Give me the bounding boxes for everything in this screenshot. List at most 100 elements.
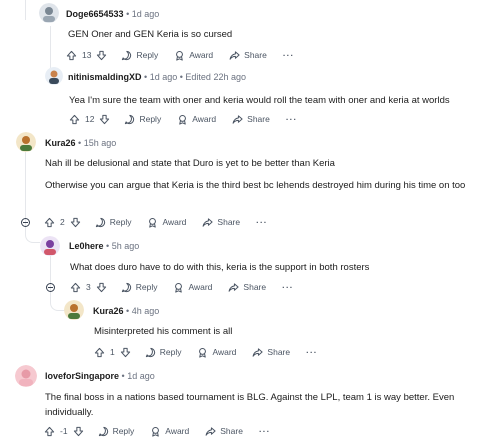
- vote-group: 3: [70, 282, 107, 293]
- thread-line[interactable]: [50, 26, 51, 70]
- share-icon: [252, 347, 263, 358]
- comment-time[interactable]: 4h ago: [132, 306, 160, 316]
- thread-line[interactable]: [25, 0, 26, 20]
- comment-author[interactable]: loveforSingapore: [45, 371, 119, 381]
- meta-separator: •: [126, 9, 130, 19]
- comment-time[interactable]: 1d ago: [132, 9, 160, 19]
- comment-actions: 2 Reply Award Share ···: [44, 213, 268, 231]
- downvote-icon[interactable]: [96, 50, 107, 61]
- upvote-icon[interactable]: [44, 217, 55, 228]
- avatar[interactable]: [45, 67, 63, 85]
- avatar[interactable]: [16, 132, 36, 152]
- upvote-icon[interactable]: [44, 426, 55, 437]
- comment-body: The final boss in a nations based tourna…: [45, 390, 485, 420]
- comment-author[interactable]: Kura26: [45, 138, 76, 148]
- reply-button[interactable]: Reply: [121, 50, 158, 61]
- share-icon: [205, 426, 216, 437]
- avatar[interactable]: [39, 3, 59, 23]
- more-options-button[interactable]: ···: [283, 50, 295, 60]
- upvote-icon[interactable]: [70, 282, 81, 293]
- more-options-button[interactable]: ···: [286, 114, 298, 124]
- comment-author[interactable]: nitinismaldingXD: [68, 72, 142, 82]
- reply-button[interactable]: Reply: [124, 114, 161, 125]
- reply-button[interactable]: Reply: [145, 347, 181, 358]
- vote-count: 12: [85, 114, 95, 124]
- reply-label: Reply: [112, 426, 135, 436]
- share-button[interactable]: Share: [202, 217, 240, 228]
- thread-line[interactable]: [25, 150, 26, 216]
- comment-actions: 3 Reply Award Share ···: [70, 278, 294, 296]
- reply-label: Reply: [109, 217, 132, 227]
- comment-meta: nitinismaldingXD • 1d ago • Edited 22h a…: [68, 71, 246, 83]
- vote-group: 12: [69, 114, 110, 125]
- share-button[interactable]: Share: [205, 426, 243, 437]
- more-options-button[interactable]: ···: [256, 217, 268, 227]
- reply-icon: [121, 50, 132, 61]
- share-label: Share: [243, 282, 267, 292]
- upvote-icon[interactable]: [94, 347, 105, 358]
- award-button[interactable]: Award: [150, 426, 189, 437]
- collapse-icon[interactable]: [21, 218, 30, 227]
- share-button[interactable]: Share: [228, 282, 266, 293]
- meta-separator: •: [106, 241, 110, 251]
- comment-text: GEN Oner and GEN Keria is so cursed: [68, 29, 233, 40]
- avatar[interactable]: [40, 236, 60, 256]
- comment-meta: Kura26 • 15h ago: [45, 137, 116, 149]
- downvote-icon[interactable]: [120, 347, 131, 358]
- reply-button[interactable]: Reply: [98, 426, 135, 437]
- comment-text: Otherwise you can argue that Keria is th…: [45, 180, 466, 191]
- share-button[interactable]: Share: [252, 347, 290, 358]
- comment-author[interactable]: Kura26: [93, 306, 124, 316]
- award-button[interactable]: Award: [177, 114, 216, 125]
- award-button[interactable]: Award: [147, 217, 186, 228]
- more-options-button[interactable]: ···: [282, 282, 294, 292]
- downvote-icon[interactable]: [73, 426, 84, 437]
- award-label: Award: [162, 217, 187, 227]
- award-icon: [150, 426, 161, 437]
- vote-group: 2: [44, 217, 81, 228]
- comment-time[interactable]: 1d ago: [127, 371, 155, 381]
- downvote-icon[interactable]: [96, 282, 107, 293]
- downvote-icon[interactable]: [99, 114, 110, 125]
- edited-label: Edited 22h ago: [185, 72, 246, 82]
- thread-line[interactable]: [50, 254, 51, 284]
- downvote-icon[interactable]: [70, 217, 81, 228]
- comment-text: Yea I'm sure the team with oner and keri…: [69, 95, 450, 106]
- comment-time[interactable]: 5h ago: [112, 241, 140, 251]
- award-icon: [174, 50, 185, 61]
- share-label: Share: [247, 114, 270, 124]
- share-label: Share: [267, 347, 291, 357]
- comment-time[interactable]: 15h ago: [84, 138, 117, 148]
- collapse-icon[interactable]: [46, 283, 55, 292]
- more-options-button[interactable]: ···: [259, 426, 271, 436]
- share-button[interactable]: Share: [232, 114, 270, 125]
- more-options-button[interactable]: ···: [306, 347, 318, 357]
- reply-button[interactable]: Reply: [121, 282, 157, 293]
- award-button[interactable]: Award: [173, 282, 212, 293]
- comment-body: Yea I'm sure the team with oner and keri…: [69, 93, 450, 108]
- award-button[interactable]: Award: [174, 50, 213, 61]
- award-label: Award: [165, 426, 190, 436]
- comment-actions: 13 Reply Award Share ···: [66, 46, 294, 64]
- upvote-icon[interactable]: [66, 50, 77, 61]
- award-button[interactable]: Award: [197, 347, 236, 358]
- comment-meta: Le0here • 5h ago: [69, 240, 139, 252]
- avatar[interactable]: [15, 365, 37, 387]
- comment-meta: Doge6654533 • 1d ago: [66, 8, 159, 20]
- comment-time[interactable]: 1d ago: [150, 72, 178, 82]
- vote-group: 13: [66, 50, 107, 61]
- upvote-icon[interactable]: [69, 114, 80, 125]
- vote-group: 1: [94, 347, 131, 358]
- comment-body: Nah ill be delusional and state that Dur…: [45, 156, 500, 193]
- meta-separator: •: [78, 138, 82, 148]
- comment-meta: Kura26 • 4h ago: [93, 305, 159, 317]
- comment-actions: 1 Reply Award Share ···: [94, 343, 318, 361]
- comment-author[interactable]: Doge6654533: [66, 9, 124, 19]
- share-button[interactable]: Share: [229, 50, 267, 61]
- award-label: Award: [192, 114, 217, 124]
- comment-author[interactable]: Le0here: [69, 241, 104, 251]
- comment-meta: loveforSingapore • 1d ago: [45, 370, 155, 382]
- share-icon: [232, 114, 243, 125]
- avatar[interactable]: [64, 300, 84, 320]
- reply-button[interactable]: Reply: [95, 217, 132, 228]
